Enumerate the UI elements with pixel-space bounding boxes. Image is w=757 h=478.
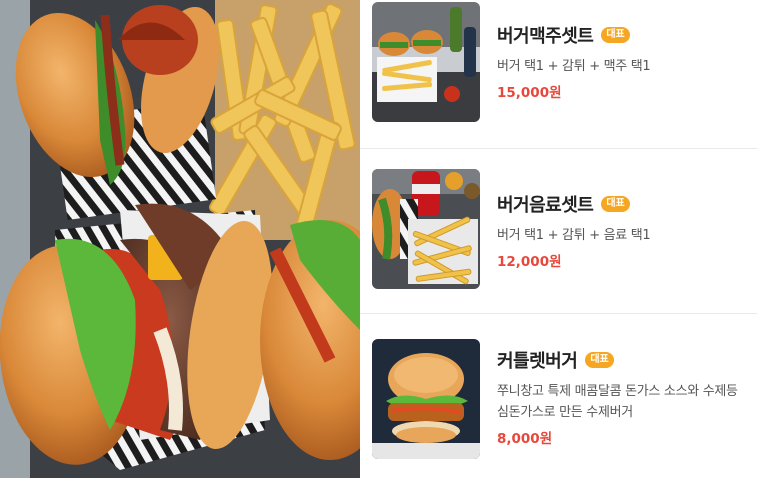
- menu-item-thumbnail: [372, 339, 480, 459]
- menu-item-description: 쭈니창고 특제 매콤달콤 돈가스 소스와 수제등심돈가스로 만든 수제버거: [497, 384, 738, 420]
- signature-badge: 대표: [601, 27, 630, 43]
- menu-item-description: 버거 택1 + 감튀 + 음료 택1: [497, 228, 651, 243]
- menu-item-price: 12,000원: [497, 254, 562, 270]
- menu-item-name: 커틀렛버거: [497, 351, 578, 372]
- menu-item-price: 8,000원: [497, 431, 553, 447]
- signature-badge: 대표: [601, 196, 630, 212]
- hero-burger-photo: [0, 0, 360, 478]
- menu-item-price: 15,000원: [497, 85, 562, 101]
- menu-item-thumbnail: [372, 2, 480, 122]
- menu-item-thumbnail: [372, 169, 480, 289]
- menu-item-burger-beer-set[interactable]: 버거맥주셋트 대표 버거 택1 + 감튀 + 맥주 택1 15,000원: [360, 0, 757, 149]
- menu-list: 버거맥주셋트 대표 버거 택1 + 감튀 + 맥주 택1 15,000원 버거음…: [360, 0, 757, 478]
- menu-item-burger-drink-set[interactable]: 버거음료셋트 대표 버거 택1 + 감튀 + 음료 택1 12,000원: [360, 149, 757, 314]
- signature-badge: 대표: [585, 352, 614, 368]
- menu-item-name: 버거맥주셋트: [497, 26, 594, 47]
- menu-item-name: 버거음료셋트: [497, 195, 594, 216]
- menu-item-cutlet-burger[interactable]: 커틀렛버거 대표 쭈니창고 특제 매콤달콤 돈가스 소스와 수제등심돈가스로 만…: [360, 314, 757, 478]
- menu-item-description: 버거 택1 + 감튀 + 맥주 택1: [497, 59, 651, 74]
